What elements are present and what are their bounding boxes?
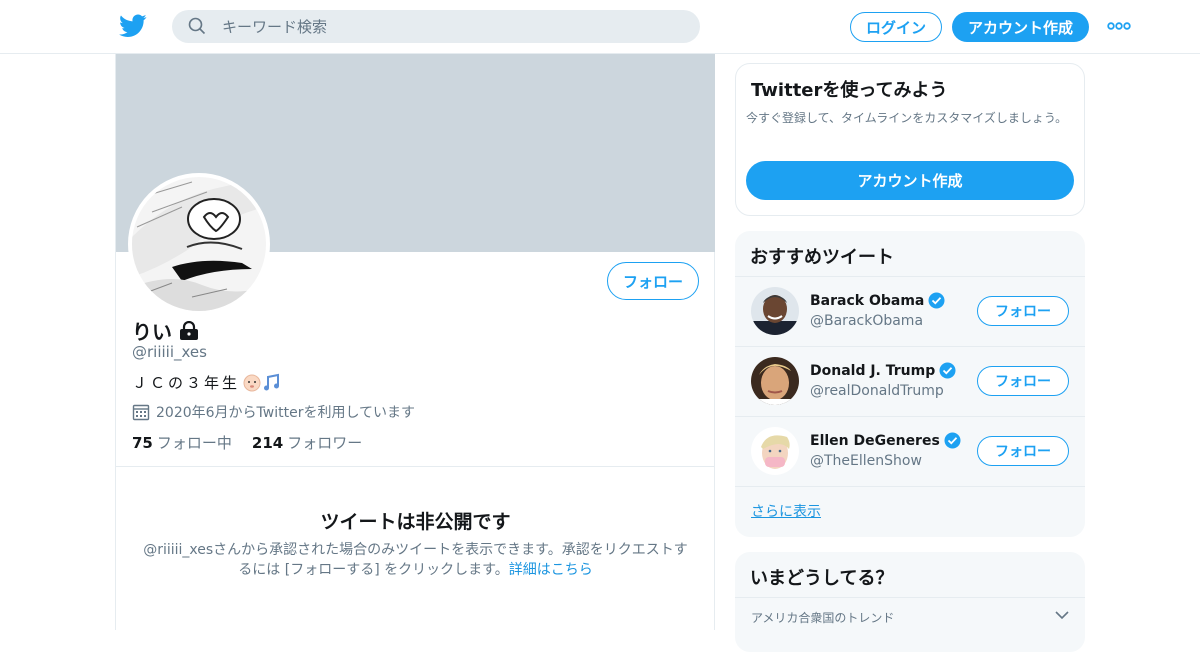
twitter-bird-icon[interactable] [119, 13, 147, 39]
profile-avatar[interactable] [128, 173, 270, 315]
verified-badge-icon [928, 292, 945, 309]
followers-stat[interactable]: 214 フォロワー [252, 432, 362, 453]
recommended-card: おすすめツイート Barack Obama @BarackObama フォロー [735, 231, 1085, 537]
manga-avatar-image [132, 177, 266, 311]
bio-text: ＪＣの３年生 [132, 374, 241, 392]
show-more-link[interactable]: さらに表示 [751, 501, 821, 521]
trends-title: いまどうしてる？ [750, 568, 894, 589]
recommended-avatar[interactable] [751, 357, 799, 405]
signup-card-title: Twitterを使ってみよう [751, 80, 948, 101]
recommended-name: Barack Obama [810, 292, 925, 309]
recommended-name-row: Donald J. Trump [810, 362, 956, 379]
search-input[interactable] [222, 10, 682, 43]
top-bar: ログイン アカウント作成 [0, 0, 1200, 54]
signup-card-description: 今すぐ登録して、タイムラインをカスタマイズしましょう。 [746, 111, 1068, 125]
divider [116, 466, 715, 467]
verified-badge-icon [939, 362, 956, 379]
signup-card: Twitterを使ってみよう 今すぐ登録して、タイムラインをカスタマイズしましょ… [735, 63, 1085, 216]
divider [735, 486, 1085, 487]
recommended-item[interactable]: Donald J. Trump @realDonaldTrump フォロー [735, 346, 1085, 416]
recommended-handle: @TheEllenShow [810, 453, 922, 469]
search-icon [188, 17, 206, 35]
search-bar[interactable] [172, 10, 700, 43]
trump-avatar-image [751, 357, 799, 405]
chevron-down-icon[interactable] [1055, 610, 1069, 620]
music-notes-emoji [264, 373, 280, 390]
recommended-item[interactable]: Ellen DeGeneres @TheEllenShow フォロー [735, 416, 1085, 486]
recommended-item[interactable]: Barack Obama @BarackObama フォロー [735, 276, 1085, 346]
private-description-text: @riiiii_xesさんから承認された場合のみツイートを表示できます。承認をリ… [143, 542, 688, 578]
profile-joined: 2020年6月からTwitterを利用しています [132, 402, 415, 422]
login-button[interactable]: ログイン [850, 12, 942, 42]
following-stat[interactable]: 75 フォロー中 [132, 432, 232, 453]
recommended-name-row: Barack Obama [810, 292, 945, 309]
profile-name-row: りい [132, 316, 200, 345]
recommended-avatar[interactable] [751, 427, 799, 475]
profile-column: フォロー りい @riiiii_xes ＪＣの３年生 2020年6月からTwit… [115, 54, 715, 630]
baby-face-emoji [243, 374, 261, 391]
recommended-follow-button[interactable]: フォロー [977, 296, 1069, 326]
joined-text: 2020年6月からTwitterを利用しています [156, 405, 416, 421]
recommended-name: Ellen DeGeneres [810, 432, 940, 449]
followers-count: 214 [251, 434, 284, 452]
trend-location-selector[interactable]: アメリカ合衆国のトレンド [735, 597, 1085, 637]
profile-handle: @riiiii_xes [132, 343, 207, 361]
recommended-title: おすすめツイート [750, 247, 894, 268]
more-dots-icon[interactable] [1106, 16, 1132, 36]
calendar-icon [132, 404, 150, 421]
recommended-name-row: Ellen DeGeneres [810, 432, 961, 449]
profile-name: りい [132, 320, 172, 344]
trends-card: いまどうしてる？ アメリカ合衆国のトレンド [735, 552, 1085, 652]
followers-label: フォロワー [287, 434, 363, 452]
lock-icon [180, 320, 198, 340]
recommended-handle: @BarackObama [810, 313, 924, 329]
recommended-follow-button[interactable]: フォロー [977, 366, 1069, 396]
signup-button[interactable]: アカウント作成 [952, 12, 1089, 42]
ellen-avatar-image [751, 427, 799, 475]
trend-location-label: アメリカ合衆国のトレンド [751, 611, 895, 625]
follow-button[interactable]: フォロー [607, 262, 699, 300]
profile-bio: ＪＣの３年生 [132, 372, 282, 393]
profile-stats: 75 フォロー中 214 フォロワー [132, 432, 362, 453]
signup-card-button[interactable]: アカウント作成 [746, 161, 1074, 200]
private-title: ツイートは非公開です [320, 511, 511, 533]
following-count: 75 [132, 434, 153, 452]
recommended-handle: @realDonaldTrump [810, 383, 944, 399]
following-label: フォロー中 [156, 434, 232, 452]
learn-more-link[interactable]: 詳細はこちら [509, 562, 593, 578]
recommended-avatar[interactable] [751, 287, 799, 335]
private-description: @riiiii_xesさんから承認された場合のみツイートを表示できます。承認をリ… [140, 540, 691, 580]
recommended-name: Donald J. Trump [810, 362, 936, 379]
verified-badge-icon [944, 432, 961, 449]
recommended-follow-button[interactable]: フォロー [977, 436, 1069, 466]
obama-avatar-image [751, 287, 799, 335]
